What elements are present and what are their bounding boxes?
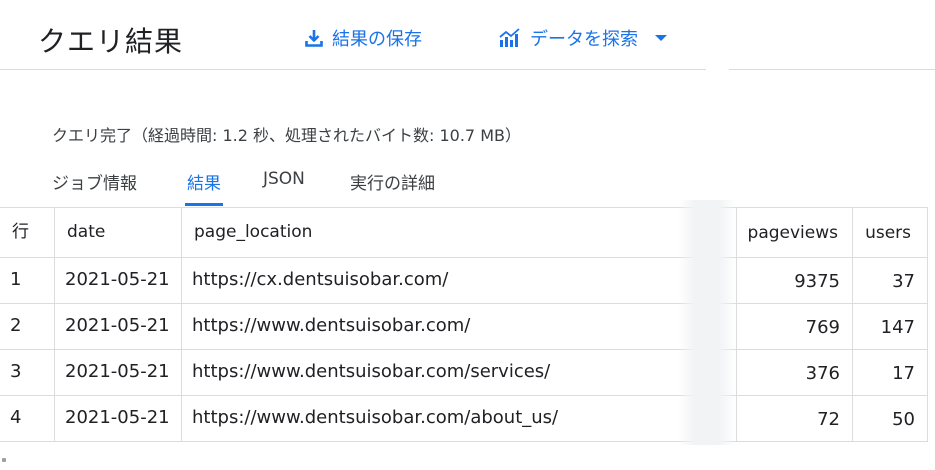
download-icon — [304, 28, 324, 48]
tab-execution-details[interactable]: 実行の詳細 — [350, 166, 435, 206]
tab-json[interactable]: JSON — [263, 166, 305, 206]
caret-down-icon — [654, 33, 668, 43]
pageviews-cell: 769 — [805, 317, 840, 338]
tab-job-info[interactable]: ジョブ情報 — [52, 166, 137, 206]
date-cell: 2021-05-21 — [65, 315, 170, 336]
page-title: クエリ結果 — [38, 25, 184, 58]
column-header-users[interactable]: users — [852, 210, 911, 256]
column-header-pageviews[interactable]: pageviews — [736, 210, 838, 256]
row-number-cell: 2 — [10, 315, 22, 336]
column-divider — [54, 207, 55, 442]
column-header-row-number[interactable]: 行 — [12, 209, 29, 255]
row-number-cell: 4 — [10, 407, 22, 428]
users-cell: 17 — [892, 363, 915, 384]
explore-data-label: データを探索 — [530, 29, 638, 50]
page-location-cell: https://www.dentsuisobar.com/services/ — [192, 361, 551, 382]
page-location-cell: https://cx.dentsuisobar.com/ — [192, 269, 449, 290]
save-results-button[interactable]: 結果の保存 — [304, 25, 422, 51]
page-location-cell: https://www.dentsuisobar.com/ — [192, 315, 471, 336]
query-status-text: クエリ完了（経過時間: 1.2 秒、処理されたバイト数: 10.7 MB） — [52, 126, 521, 145]
pageviews-cell: 376 — [805, 363, 840, 384]
column-header-date[interactable]: date — [67, 209, 105, 255]
explore-data-button[interactable]: データを探索 — [498, 25, 668, 51]
tab-results[interactable]: 結果 — [185, 166, 223, 206]
header-divider-right — [729, 69, 935, 70]
query-results-panel: クエリ結果 結果の保存 データを探索 クエリ完了（経過時間: 1.2 秒、処理さ… — [0, 0, 935, 470]
column-divider — [181, 207, 182, 442]
chart-icon — [498, 28, 522, 48]
column-header-page-location[interactable]: page_location — [194, 209, 312, 255]
scroll-indicator — [2, 458, 6, 462]
pageviews-cell: 72 — [817, 409, 840, 430]
row-number-cell: 1 — [10, 269, 22, 290]
users-cell: 50 — [892, 409, 915, 430]
results-table: 行 date page_location pageviews users 1 2… — [0, 207, 928, 442]
table-border-top — [0, 207, 928, 208]
header-divider — [0, 69, 706, 70]
date-cell: 2021-05-21 — [65, 407, 170, 428]
users-cell: 147 — [880, 317, 915, 338]
row-number-cell: 3 — [10, 361, 22, 382]
save-results-label: 結果の保存 — [332, 29, 422, 50]
pageviews-cell: 9375 — [794, 271, 840, 292]
redacted-columns-strip — [678, 200, 736, 445]
page-location-cell: https://www.dentsuisobar.com/about_us/ — [192, 407, 559, 428]
table-border-right — [927, 207, 928, 442]
date-cell: 2021-05-21 — [65, 361, 170, 382]
date-cell: 2021-05-21 — [65, 269, 170, 290]
users-cell: 37 — [892, 271, 915, 292]
